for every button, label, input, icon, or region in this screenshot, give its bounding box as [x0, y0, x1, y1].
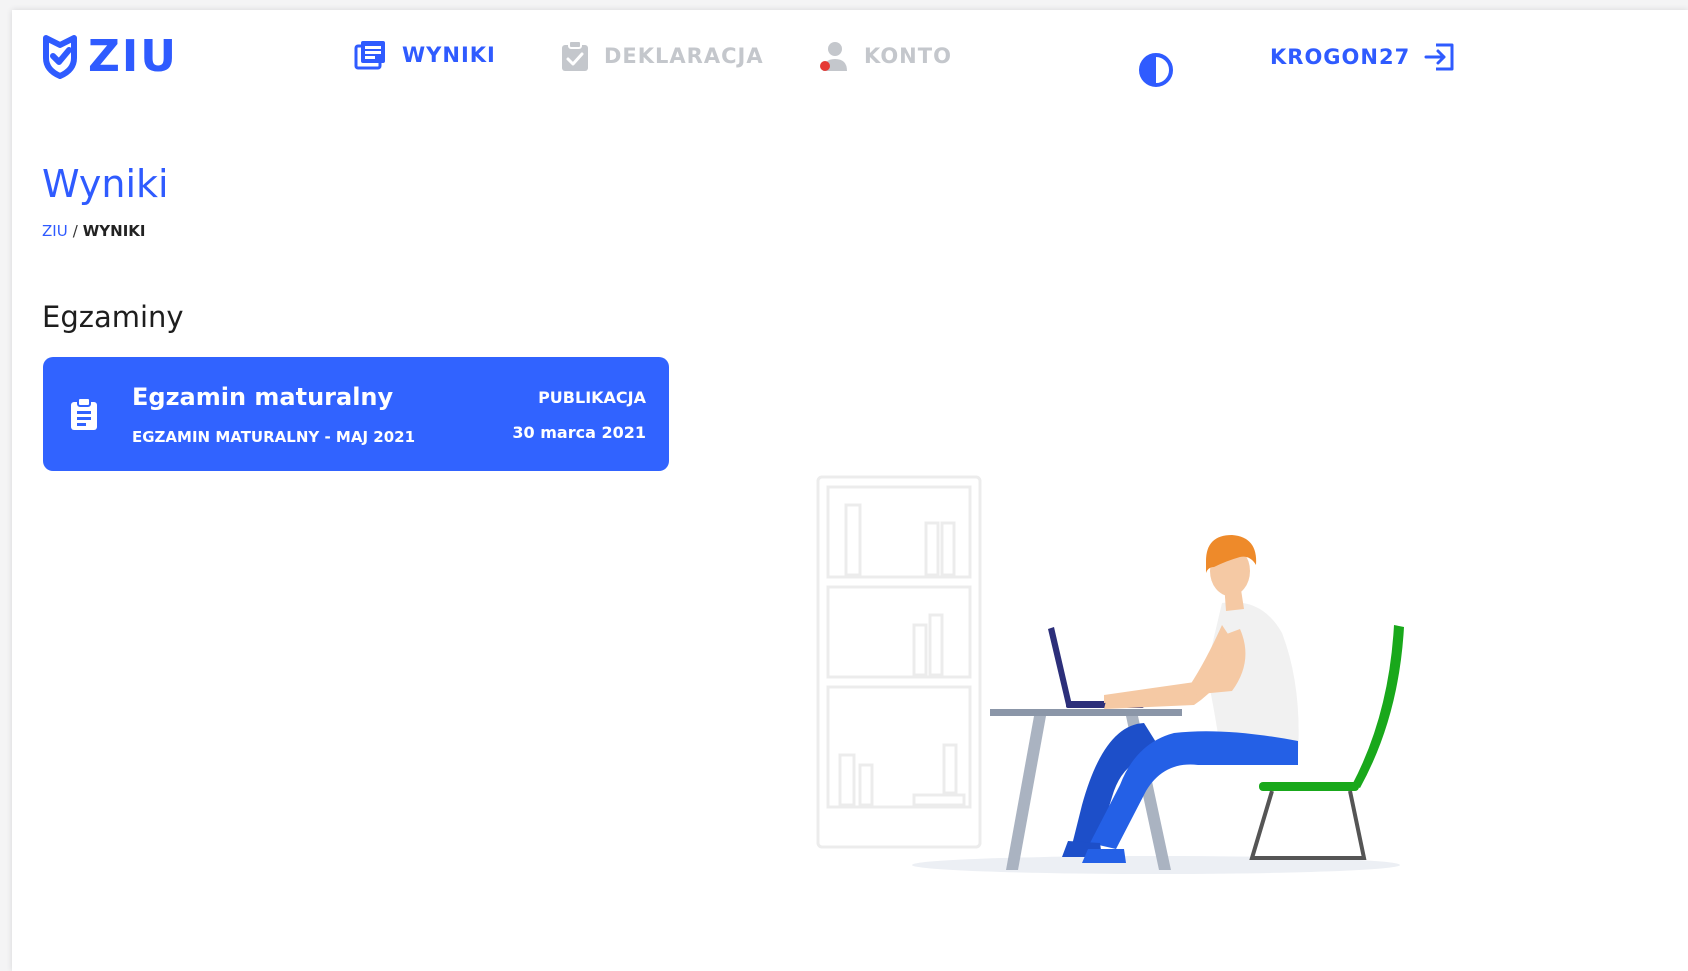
bookshelf-illustration [816, 475, 982, 849]
clipboard-check-icon [562, 40, 588, 71]
logo-text: ZIU [88, 31, 179, 82]
app-window: ZIU WYNIKI DEKLARACJA KONTO KROGON27 Wyn… [12, 10, 1688, 971]
logout-icon [1424, 43, 1454, 71]
clipboard-list-icon [71, 397, 97, 430]
username: KROGON27 [1270, 45, 1411, 69]
shield-check-icon [43, 35, 77, 79]
newspaper-icon [354, 41, 385, 70]
person-at-laptop-illustration [816, 475, 1404, 874]
exam-card[interactable]: Egzamin maturalny EGZAMIN MATURALNY - MA… [43, 357, 669, 471]
breadcrumb-current: WYNIKI [82, 222, 146, 240]
nav-wyniki-label: WYNIKI [402, 43, 496, 67]
nav-konto-label: KONTO [864, 44, 952, 68]
exam-card-publication-label: PUBLIKACJA [538, 388, 646, 407]
nav-deklaracja[interactable]: DEKLARACJA [560, 40, 764, 72]
nav-wyniki[interactable]: WYNIKI [354, 40, 496, 70]
section-title: Egzaminy [42, 300, 184, 334]
nav-konto[interactable]: KONTO [818, 40, 952, 72]
breadcrumb-root[interactable]: ZIU [42, 222, 68, 240]
user-logout[interactable]: KROGON27 [1270, 42, 1456, 72]
page-title: Wyniki [42, 162, 169, 206]
user-icon [820, 42, 847, 71]
exam-card-date: 30 marca 2021 [512, 423, 646, 442]
logo[interactable]: ZIU [42, 34, 178, 80]
contrast-toggle[interactable] [1138, 52, 1174, 92]
nav-deklaracja-label: DEKLARACJA [604, 44, 764, 68]
exam-card-title: Egzamin maturalny [132, 383, 394, 411]
contrast-icon [1139, 53, 1173, 87]
exam-card-subtitle: EGZAMIN MATURALNY - MAJ 2021 [132, 428, 416, 446]
breadcrumb: ZIU / WYNIKI [42, 222, 146, 240]
breadcrumb-separator: / [72, 222, 78, 240]
